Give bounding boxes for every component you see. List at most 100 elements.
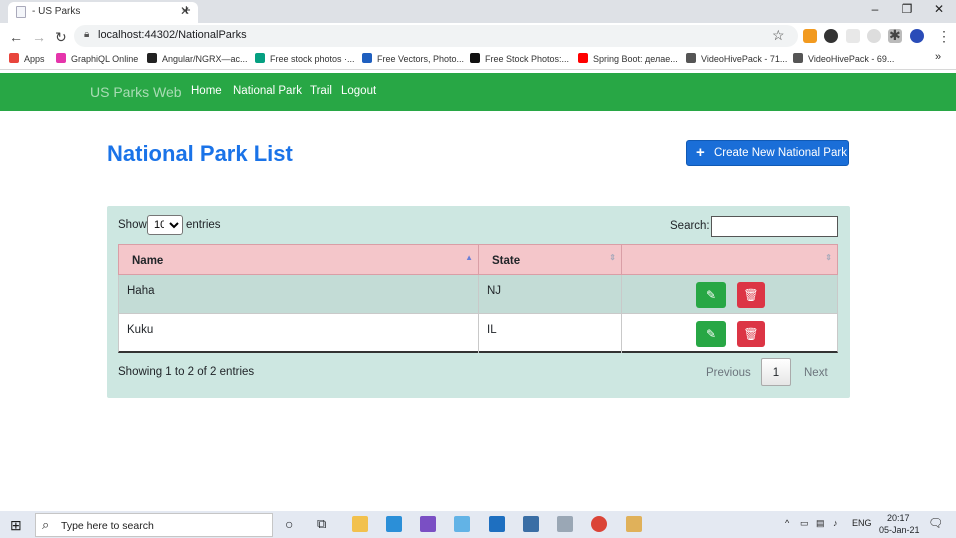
bookmark-videohivepack-71[interactable]: VideoHivePack - 71... [686,53,787,64]
window-close-icon[interactable]: ✕ [924,2,954,16]
minimize-icon[interactable]: – [860,2,890,16]
edit-icon: ✎ [705,288,717,302]
cortana-icon[interactable]: ○ [285,516,293,532]
videohive-icon [686,53,696,63]
bookmark-free-vectors[interactable]: Free Vectors, Photo... [362,53,464,64]
paint-palette-icon[interactable] [626,516,642,532]
lock-icon[interactable]: 🔒︎ [84,29,89,40]
delete-button[interactable]: 🗑︎ [737,321,765,347]
freepik-icon [362,53,372,63]
apps-grid-icon [9,53,19,63]
paint-icon[interactable] [454,516,470,532]
profile-avatar-icon[interactable] [910,29,924,43]
bookmarks-overflow-icon[interactable]: » [935,51,941,63]
bookmark-free-stock-photos-b[interactable]: Free Stock Photos:... [470,53,569,64]
column-header-state[interactable]: State ⇕ [478,244,622,275]
nav-link-home[interactable]: Home [191,85,222,97]
extension-off-icon[interactable] [803,29,817,43]
browser-tab-strip: - US Parks ✕ + – ❐ ✕ [0,0,956,23]
show-label: Show [118,219,147,231]
new-tab-icon[interactable]: + [182,2,191,19]
input-language[interactable]: ENG [852,518,872,528]
file-explorer-icon[interactable] [352,516,368,532]
remote-desktop-icon[interactable] [557,516,573,532]
clock-date[interactable]: 05-Jan-21 [879,525,920,535]
entries-label: entries [186,219,221,231]
pagination-next[interactable]: Next [804,367,828,379]
visual-studio-icon[interactable] [420,516,436,532]
extension-dark-icon[interactable] [824,29,838,43]
url-text: localhost:44302/NationalParks [98,29,247,41]
nav-link-national-park[interactable]: National Park [233,85,302,97]
windows-start-icon[interactable]: ⊞ [10,517,22,534]
navbar-brand[interactable]: US Parks Web [90,84,182,100]
clock-time[interactable]: 20:17 [887,513,910,523]
edit-button[interactable]: ✎ [696,282,726,308]
volume-icon[interactable]: ♪ [833,518,838,528]
cell-state: NJ [479,275,622,314]
extension-circle-icon[interactable] [867,29,881,43]
delete-button[interactable]: 🗑︎ [737,282,765,308]
reload-icon[interactable]: ↻ [55,29,67,46]
table-panel: Show 10 entries Search: Name ▲ State ⇕ ⇕… [107,206,850,398]
mail-icon[interactable] [489,516,505,532]
task-manager-icon[interactable] [523,516,539,532]
create-national-park-button[interactable]: + Create New National Park [686,140,849,166]
pagination-page-1[interactable]: 1 [761,358,791,386]
medium-icon [147,53,157,63]
network-icon[interactable]: ▤ [816,518,825,529]
address-bar[interactable]: 🔒︎ localhost:44302/NationalParks ☆ [74,25,798,47]
tray-chevron-icon[interactable]: ^ [785,518,789,528]
bookmark-spring-boot[interactable]: Spring Boot: делае... [578,53,678,64]
menu-kebab-icon[interactable]: ⋮ [937,28,951,45]
youtube-icon [578,53,588,63]
page-title: National Park List [107,141,293,166]
notifications-icon[interactable]: 🗨︎ [928,516,943,530]
cell-name: Haha [119,275,479,314]
bookmark-angular[interactable]: Angular/NGRX—ac... [147,53,248,64]
entries-select[interactable]: 10 [147,215,183,235]
pagination-previous[interactable]: Previous [706,367,751,379]
extensions-puzzle-icon[interactable]: ✱ [889,27,901,44]
forward-icon[interactable]: → [32,29,46,45]
trash-icon: 🗑︎ [743,327,759,341]
bookmarks-bar: Apps GraphiQL Online Angular/NGRX—ac... … [0,49,956,70]
edit-button[interactable]: ✎ [696,321,726,347]
bookmark-star-icon[interactable]: ☆ [772,27,785,44]
bookmark-graphiql[interactable]: GraphiQL Online [56,53,138,64]
pexels-icon [255,53,265,63]
browser-tab[interactable]: - US Parks ✕ [8,2,198,23]
column-header-name[interactable]: Name ▲ [118,244,479,275]
bookmark-apps[interactable]: Apps [9,53,45,64]
bookmark-free-stock-photos[interactable]: Free stock photos ·... [255,53,355,64]
create-button-label: Create New National Park [714,147,847,159]
cell-state: IL [479,314,622,353]
table-row: Kuku IL ✎ 🗑︎ [118,314,838,353]
nav-link-trail[interactable]: Trail [310,85,332,97]
extension-blank-icon[interactable] [846,29,860,43]
bookmark-videohivepack-69[interactable]: VideoHivePack - 69... [793,53,894,64]
back-icon[interactable]: ← [9,29,23,45]
trash-icon: 🗑︎ [743,288,759,302]
maximize-icon[interactable]: ❐ [892,2,922,16]
plus-icon: + [696,144,705,161]
table-info: Showing 1 to 2 of 2 entries [118,366,255,378]
site-navbar: US Parks Web Home National Park Trail Lo… [0,73,956,111]
search-label: Search: [670,220,710,232]
search-icon: ⌕ [42,517,50,532]
page-favicon-icon [16,6,26,18]
taskbar-search-placeholder: Type here to search [61,520,154,532]
cell-name: Kuku [119,314,479,353]
chrome-icon[interactable] [591,516,607,532]
tab-title: - US Parks [32,6,81,17]
table-row: Haha NJ ✎ 🗑︎ [118,275,838,314]
column-header-actions[interactable]: ⇕ [621,244,838,275]
taskbar-search[interactable]: ⌕ Type here to search [35,513,273,537]
battery-icon[interactable]: ▭ [800,518,809,529]
windows-taskbar: ⊞ ⌕ Type here to search ○ ⧉ ^ ▭ ▤ ♪ ENG … [0,511,956,538]
search-input[interactable] [711,216,838,237]
vscode-icon[interactable] [386,516,402,532]
edit-icon: ✎ [705,327,717,341]
nav-link-logout[interactable]: Logout [341,85,376,97]
task-view-icon[interactable]: ⧉ [317,516,326,532]
